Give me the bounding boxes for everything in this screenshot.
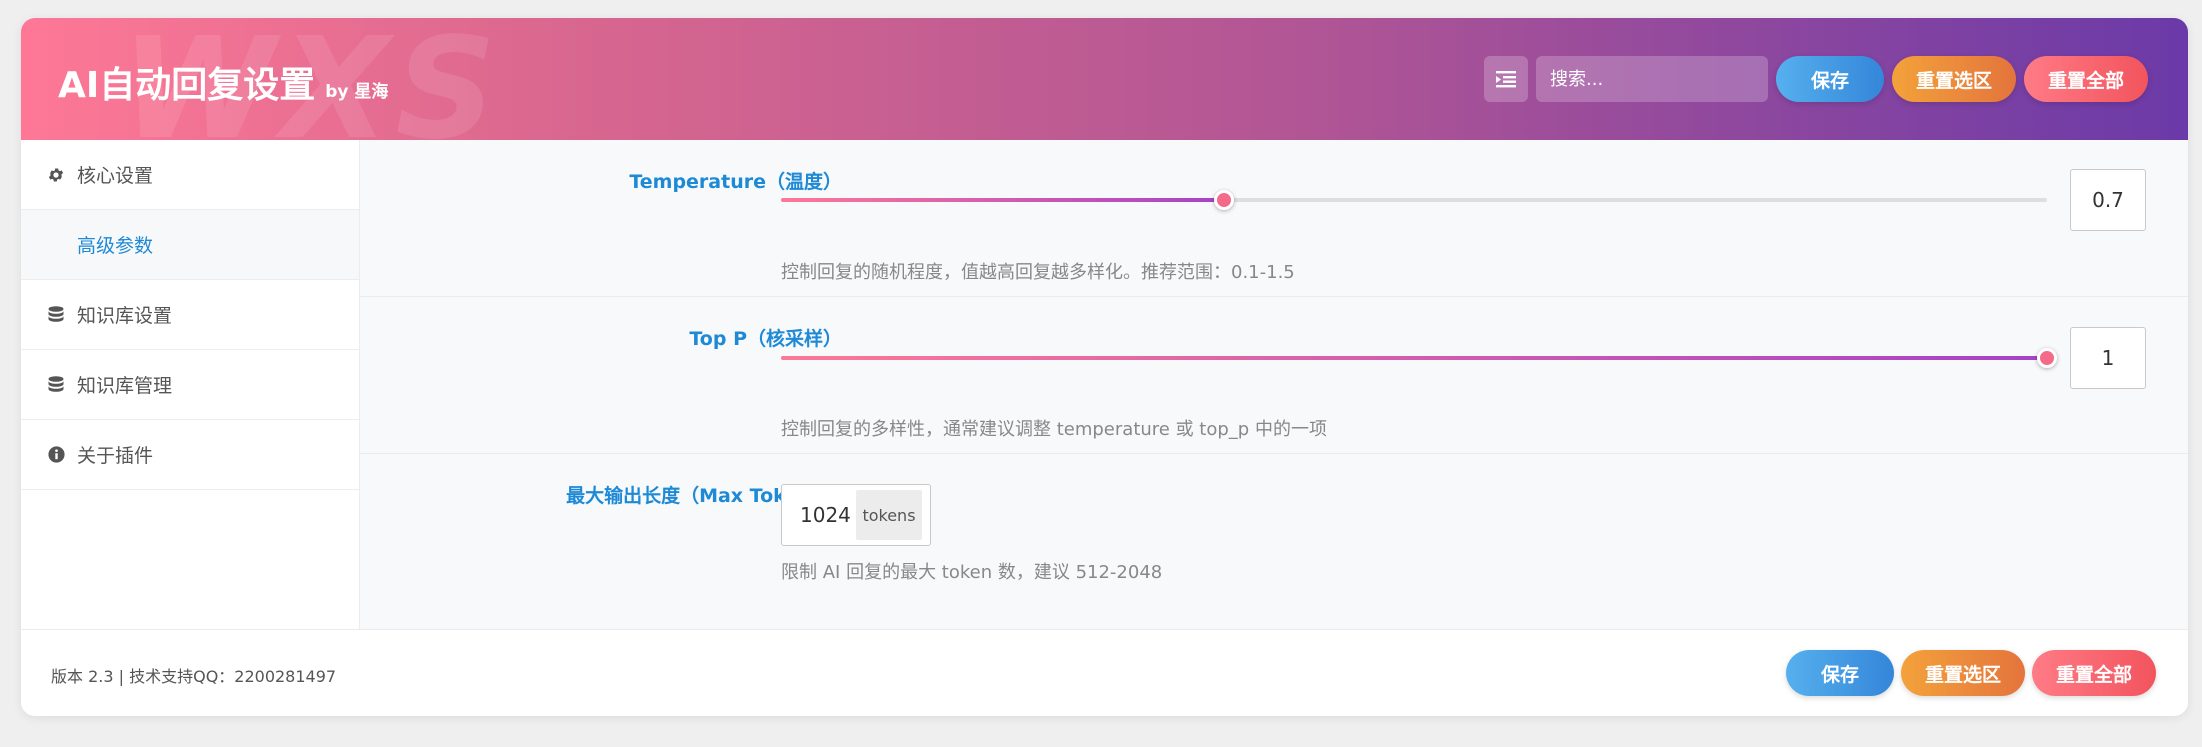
info-icon [46, 445, 66, 465]
temperature-description: 控制回复的随机程度，值越高回复越多样化。推荐范围：0.1-1.5 [781, 262, 1295, 283]
top-p-value-input[interactable]: 1 [2070, 327, 2146, 389]
slider-thumb[interactable] [1214, 190, 1235, 210]
settings-panel: WXS AI自动回复设置 by 星海 保存 重置选区 重置全部 [21, 18, 2188, 716]
slider-thumb[interactable] [2037, 348, 2057, 368]
database-icon [46, 375, 66, 395]
tokens-unit-addon: tokens [856, 490, 922, 540]
top-p-description: 控制回复的多样性，通常建议调整 temperature 或 top_p 中的一项 [781, 419, 1327, 440]
top-p-row: Top P（核采样） 1 控制回复的多样性，通常建议调整 temperature… [360, 297, 2188, 454]
reset-all-button[interactable]: 重置全部 [2024, 56, 2148, 102]
toggle-sidebar-button[interactable] [1484, 56, 1528, 102]
sidebar-item-label: 高级参数 [77, 235, 154, 257]
sidebar-item-knowledge-settings[interactable]: 知识库设置 [21, 280, 359, 350]
search-input[interactable] [1536, 56, 1768, 102]
temperature-value-input[interactable]: 0.7 [2070, 169, 2146, 231]
reset-selected-button[interactable]: 重置选区 [1892, 56, 2016, 102]
sidebar-item-advanced-params[interactable]: 高级参数 [21, 210, 359, 280]
sidebar-item-core-settings[interactable]: 核心设置 [21, 140, 359, 210]
slider-fill [781, 198, 1225, 202]
sidebar-item-knowledge-manage[interactable]: 知识库管理 [21, 350, 359, 420]
header-toolbar: 保存 重置选区 重置全部 [1484, 56, 2148, 102]
sidebar-item-label: 知识库设置 [77, 305, 173, 327]
temperature-slider[interactable] [781, 190, 2047, 210]
slider-fill [781, 356, 2047, 360]
footer-save-button[interactable]: 保存 [1786, 650, 1894, 696]
temperature-row: Temperature（温度） 0.7 控制回复的随机程度，值越高回复越多样化。… [360, 140, 2188, 297]
max-tokens-input[interactable]: 1024 tokens [781, 484, 931, 546]
max-tokens-description: 限制 AI 回复的最大 token 数，建议 512-2048 [781, 562, 1163, 583]
title-text: AI自动回复设置 [58, 65, 316, 106]
sidebar-item-label: 核心设置 [77, 165, 154, 187]
page-title: AI自动回复设置 by 星海 [58, 56, 388, 108]
max-tokens-value[interactable]: 1024 [800, 503, 856, 527]
footer-actions: 保存 重置选区 重置全部 [1786, 650, 2156, 696]
advanced-params-content: Temperature（温度） 0.7 控制回复的随机程度，值越高回复越多样化。… [360, 140, 2188, 629]
author-label: by 星海 [325, 82, 389, 102]
top-p-label: Top P（核采样） [689, 328, 842, 350]
sidebar: 核心设置 高级参数 知识库设置 知识库管理 关于插件 [21, 140, 360, 629]
version-info: 版本 2.3 | 技术支持QQ：2200281497 [51, 667, 337, 686]
max-tokens-row: 最大输出长度（Max Tokens） 1024 tokens 限制 AI 回复的… [360, 454, 2188, 629]
footer: 版本 2.3 | 技术支持QQ：2200281497 保存 重置选区 重置全部 [21, 629, 2188, 716]
footer-reset-selected-button[interactable]: 重置选区 [1901, 650, 2025, 696]
save-button[interactable]: 保存 [1776, 56, 1884, 102]
gear-icon [46, 165, 66, 185]
top-p-slider[interactable] [781, 348, 2057, 368]
header: WXS AI自动回复设置 by 星海 保存 重置选区 重置全部 [21, 18, 2188, 140]
sidebar-item-about[interactable]: 关于插件 [21, 420, 359, 490]
sidebar-item-label: 知识库管理 [77, 375, 173, 397]
sidebar-item-label: 关于插件 [77, 445, 154, 467]
footer-reset-all-button[interactable]: 重置全部 [2032, 650, 2156, 696]
database-icon [46, 305, 66, 325]
list-indent-icon [1496, 71, 1516, 88]
